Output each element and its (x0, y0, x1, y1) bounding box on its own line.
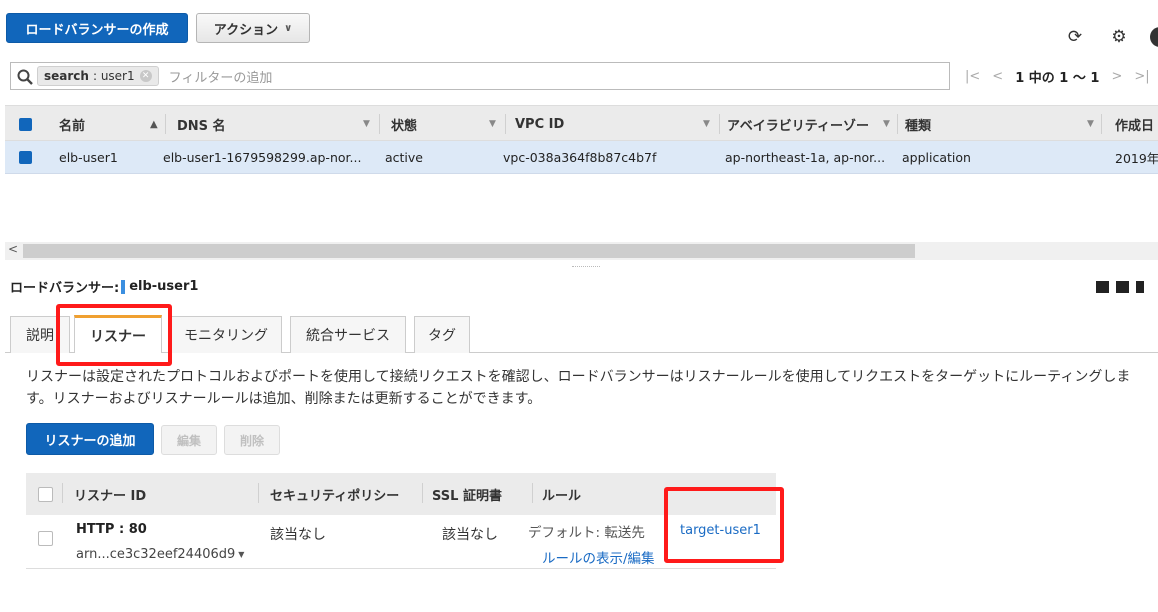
listener-row-checkbox[interactable] (38, 531, 53, 546)
cell-type: application (902, 150, 971, 165)
chevron-down-icon: ∨ (284, 22, 293, 34)
panel-layout-controls (1096, 281, 1144, 293)
cell-state: active (385, 150, 423, 165)
create-load-balancer-button[interactable]: ロードバランサーの作成 (6, 13, 188, 43)
lb-table-header: 名前 ▲ DNS 名 ▼ 状態 ▼ VPC ID ▼ アベイラビリティーゾー ▼… (5, 105, 1158, 141)
add-listener-button[interactable]: リスナーの追加 (26, 423, 154, 455)
tab-monitoring[interactable]: モニタリング (170, 316, 282, 353)
detail-lb-name: elb-user1 (129, 279, 199, 294)
col-vpc[interactable]: VPC ID (515, 106, 564, 142)
search-bar[interactable]: search: user1 ✕ フィルターの追加 (10, 62, 950, 90)
view-edit-rules-link[interactable]: ルールの表示/編集 (542, 547, 655, 567)
search-chip-key: search (44, 69, 89, 83)
sort-icon[interactable]: ▼ (883, 106, 890, 142)
security-policy-value: 該当なし (270, 527, 326, 543)
select-all-checkbox[interactable] (19, 117, 32, 131)
layout-split-icon[interactable] (1116, 281, 1129, 293)
last-page-button[interactable]: >| (1134, 69, 1149, 84)
refresh-icon[interactable]: ⟳ (1066, 27, 1084, 47)
sort-asc-icon[interactable]: ▲ (150, 106, 158, 142)
lb-color-bar (121, 279, 126, 294)
help-icon[interactable] (1150, 27, 1158, 47)
detail-title: ロードバランサー: elb-user1 (10, 277, 198, 296)
actions-label: アクション (213, 22, 279, 38)
gear-icon[interactable]: ⚙ (1110, 27, 1128, 47)
layout-bottom-icon[interactable] (1096, 281, 1109, 293)
col-dns[interactable]: DNS 名 (177, 106, 226, 142)
listener-description: リスナーは設定されたプロトコルおよびポートを使用して接続リクエストを確認し、ロー… (26, 369, 1131, 407)
select-all-listeners-checkbox[interactable] (38, 486, 53, 502)
sort-icon[interactable]: ▼ (703, 106, 710, 142)
sort-icon[interactable]: ▼ (1087, 106, 1094, 142)
col-created[interactable]: 作成日 (1115, 106, 1154, 142)
cell-az: ap-northeast-1a, ap-nor... (725, 150, 886, 165)
col-type[interactable]: 種類 (905, 106, 931, 142)
layout-full-icon[interactable] (1136, 281, 1144, 293)
scroll-left-icon[interactable]: < (8, 242, 18, 256)
col-listener-id: リスナー ID (74, 488, 147, 504)
table-row[interactable]: elb-user1 elb-user1-1679598299.ap-nor...… (5, 141, 1158, 174)
scroll-thumb[interactable] (23, 244, 915, 258)
search-filter-chip[interactable]: search: user1 ✕ (37, 66, 159, 86)
page-summary: 1 中の 1 ～ 1 (1015, 70, 1100, 86)
cell-dns: elb-user1-1679598299.ap-nor... (163, 150, 362, 165)
tab-tags[interactable]: タグ (414, 316, 470, 353)
close-icon[interactable]: ✕ (139, 70, 152, 82)
listener-id: HTTP : 80 (76, 522, 147, 537)
search-icon (17, 69, 33, 85)
detail-label: ロードバランサー: (10, 281, 120, 296)
col-az[interactable]: アベイラビリティーゾー (727, 106, 869, 142)
edit-button[interactable]: 編集 (161, 425, 217, 455)
tab-integrated-services[interactable]: 統合サービス (290, 316, 406, 353)
filter-input-placeholder[interactable]: フィルターの追加 (169, 67, 273, 86)
col-rules: ルール (542, 488, 582, 504)
listener-arn-text: arn...ce3c32eef24406d9 (76, 547, 236, 562)
actions-button[interactable]: アクション ∨ (196, 13, 310, 43)
col-name[interactable]: 名前 (59, 106, 85, 142)
resize-handle[interactable] (572, 266, 600, 267)
cell-vpc: vpc-038a364f8b87c4b7f (503, 150, 657, 165)
next-page-button[interactable]: > (1111, 69, 1122, 84)
col-security-policy: セキュリティポリシー (270, 488, 400, 504)
highlight-box-target-link (664, 487, 784, 563)
delete-button[interactable]: 削除 (224, 425, 280, 455)
default-forward-label: デフォルト: 転送先 (528, 525, 645, 541)
create-load-balancer-label: ロードバランサーの作成 (25, 22, 169, 38)
sort-icon[interactable]: ▼ (489, 106, 496, 142)
search-chip-value: user1 (100, 69, 135, 83)
cell-created: 2019年 (1115, 151, 1158, 166)
prev-page-button[interactable]: < (992, 69, 1003, 84)
horizontal-scrollbar[interactable]: < (5, 242, 1158, 260)
sort-icon[interactable]: ▼ (363, 106, 370, 142)
cell-name: elb-user1 (59, 150, 118, 165)
col-state[interactable]: 状態 (391, 106, 417, 142)
pagination: |< < 1 中の 1 ～ 1 > >| (965, 62, 1150, 90)
col-ssl-cert: SSL 証明書 (432, 488, 502, 504)
caret-down-icon[interactable]: ▼ (238, 550, 244, 559)
row-checkbox[interactable] (19, 151, 32, 164)
first-page-button[interactable]: |< (965, 69, 980, 84)
highlight-box-listener-tab (56, 304, 172, 366)
listener-arn[interactable]: arn...ce3c32eef24406d9 ▼ (76, 547, 244, 562)
ssl-cert-value: 該当なし (442, 527, 498, 543)
